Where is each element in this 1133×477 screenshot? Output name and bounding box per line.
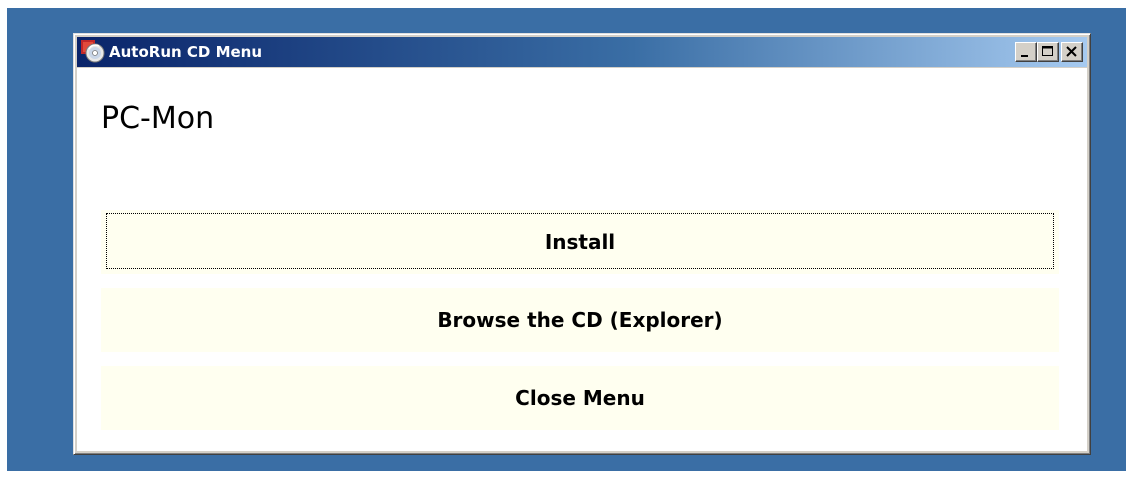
window-title: AutoRun CD Menu — [109, 43, 263, 61]
desktop-background: AutoRun CD Menu PC-Mon Install Browse th… — [7, 8, 1126, 471]
minimize-icon — [1021, 55, 1028, 57]
browse-cd-button[interactable]: Browse the CD (Explorer) — [101, 288, 1059, 352]
cd-autorun-icon[interactable] — [81, 40, 105, 64]
close-menu-button[interactable]: Close Menu — [101, 366, 1059, 430]
browse-cd-button-label: Browse the CD (Explorer) — [437, 308, 723, 332]
caption-buttons — [1015, 42, 1083, 63]
title-bar[interactable]: AutoRun CD Menu — [77, 37, 1087, 67]
app-name-heading: PC-Mon — [101, 101, 215, 136]
close-icon — [1066, 46, 1077, 57]
minimize-button[interactable] — [1015, 42, 1037, 62]
maximize-icon — [1042, 46, 1053, 56]
window-client-area: PC-Mon Install Browse the CD (Explorer) … — [77, 68, 1087, 451]
close-menu-button-label: Close Menu — [515, 386, 645, 410]
autorun-window: AutoRun CD Menu PC-Mon Install Browse th… — [73, 33, 1091, 455]
close-button[interactable] — [1061, 42, 1083, 62]
install-button-label: Install — [544, 230, 616, 254]
maximize-button[interactable] — [1037, 42, 1059, 62]
install-button[interactable]: Install — [101, 210, 1059, 274]
